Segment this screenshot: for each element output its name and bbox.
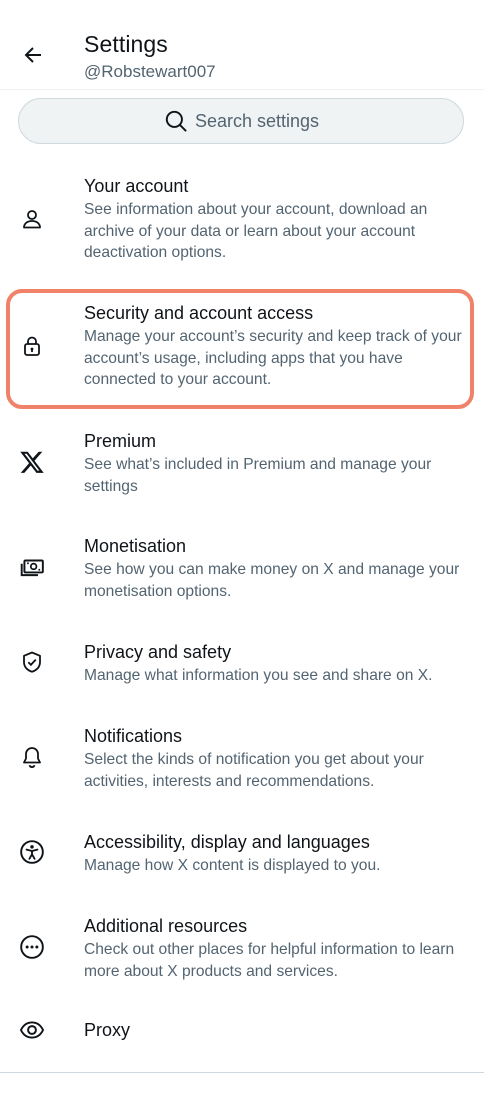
settings-item-monetisation[interactable]: Monetisation See how you can make money … xyxy=(0,530,484,610)
settings-item-security[interactable]: Security and account access Manage your … xyxy=(0,297,484,397)
settings-item-label: Privacy and safety xyxy=(84,642,232,662)
settings-item-label: Your account xyxy=(84,176,189,196)
settings-item-description: Manage what information you see and shar… xyxy=(84,667,433,684)
settings-item-notifications[interactable]: Notifications Select the kinds of notifi… xyxy=(0,720,484,800)
accessibility-icon xyxy=(16,836,48,868)
search-input[interactable]: Search settings xyxy=(18,98,464,144)
settings-item-label: Accessibility, display and languages xyxy=(84,832,370,852)
settings-item-label: Proxy xyxy=(84,1020,131,1040)
settings-item-privacy[interactable]: Privacy and safety Manage what informati… xyxy=(0,636,484,696)
bottom-divider xyxy=(0,1072,484,1073)
settings-item-label: Notifications xyxy=(84,726,183,746)
settings-item-proxy[interactable]: Proxy xyxy=(0,1010,484,1054)
settings-item-label: Additional resources xyxy=(84,916,248,936)
settings-item-label: Monetisation xyxy=(84,536,187,556)
x-logo-icon xyxy=(16,446,48,478)
search-placeholder: Search settings xyxy=(194,110,320,131)
settings-item-description: See what’s included in Premium and manag… xyxy=(84,456,432,495)
search-icon xyxy=(163,108,189,134)
settings-item-label: Security and account access xyxy=(84,303,314,323)
settings-item-your-account[interactable]: Your account See information about your … xyxy=(0,170,484,270)
settings-item-description: Check out other places for helpful infor… xyxy=(84,941,455,980)
settings-item-accessibility[interactable]: Accessibility, display and languages Man… xyxy=(0,826,484,886)
lock-icon xyxy=(16,330,48,362)
account-handle: @Robstewart007 xyxy=(84,62,216,81)
settings-item-premium[interactable]: Premium See what’s included in Premium a… xyxy=(0,425,484,505)
settings-item-description: Manage your account’s security and keep … xyxy=(84,328,462,388)
more-circle-icon xyxy=(16,931,48,963)
back-arrow-icon[interactable] xyxy=(18,40,48,70)
settings-item-description: Manage how X content is displayed to you… xyxy=(84,857,381,874)
settings-item-label: Premium xyxy=(84,431,157,451)
header: Settings @Robstewart007 xyxy=(0,0,484,90)
settings-item-description: Select the kinds of notification you get… xyxy=(84,751,424,790)
page-title: Settings xyxy=(84,31,168,57)
shield-check-icon xyxy=(16,646,48,678)
person-icon xyxy=(16,203,48,235)
money-icon xyxy=(16,551,48,583)
settings-item-description: See how you can make money on X and mana… xyxy=(84,561,460,600)
settings-item-description: See information about your account, down… xyxy=(84,201,428,261)
eye-icon xyxy=(16,1014,48,1046)
bell-icon xyxy=(16,741,48,773)
settings-item-additional-resources[interactable]: Additional resources Check out other pla… xyxy=(0,910,484,990)
